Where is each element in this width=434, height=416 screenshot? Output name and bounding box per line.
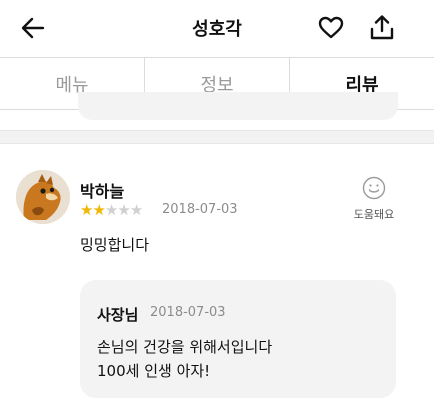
previous-reply-card [78, 92, 398, 120]
reply-text-line: 손님의 건강을 위해서입니다 [97, 338, 273, 356]
top-bar: 성호각 [0, 0, 434, 56]
star-empty-icon: ★ [104, 201, 118, 219]
review-author[interactable]: 박하늘 [80, 178, 124, 202]
star-empty-icon: ★ [129, 201, 143, 219]
share-upload-icon[interactable] [369, 13, 395, 41]
star-filled-icon: ★ [92, 201, 105, 219]
rating-stars: ★★★★★ [80, 201, 143, 219]
review-date: 2018-07-03 [162, 202, 238, 217]
reply-text-line: 100세 인생 아자! [97, 362, 211, 380]
section-divider [0, 130, 434, 144]
reply-date: 2018-07-03 [150, 305, 226, 320]
owner-reply-card: 사장님 2018-07-03 손님의 건강을 위해서입니다 100세 인생 아자… [80, 280, 396, 398]
helpful-label: 도움돼요 [353, 208, 395, 221]
review-text: 밍밍합니다 [80, 236, 150, 254]
reply-author: 사장님 [97, 306, 139, 324]
helpful-button[interactable]: 도움돼요 [348, 176, 400, 222]
avatar[interactable] [16, 170, 70, 224]
squirrel-avatar-icon [16, 170, 70, 224]
smiley-icon [362, 176, 386, 200]
star-empty-icon: ★ [117, 201, 130, 219]
star-filled-icon: ★ [80, 201, 93, 219]
heart-outline-icon[interactable] [318, 15, 344, 41]
